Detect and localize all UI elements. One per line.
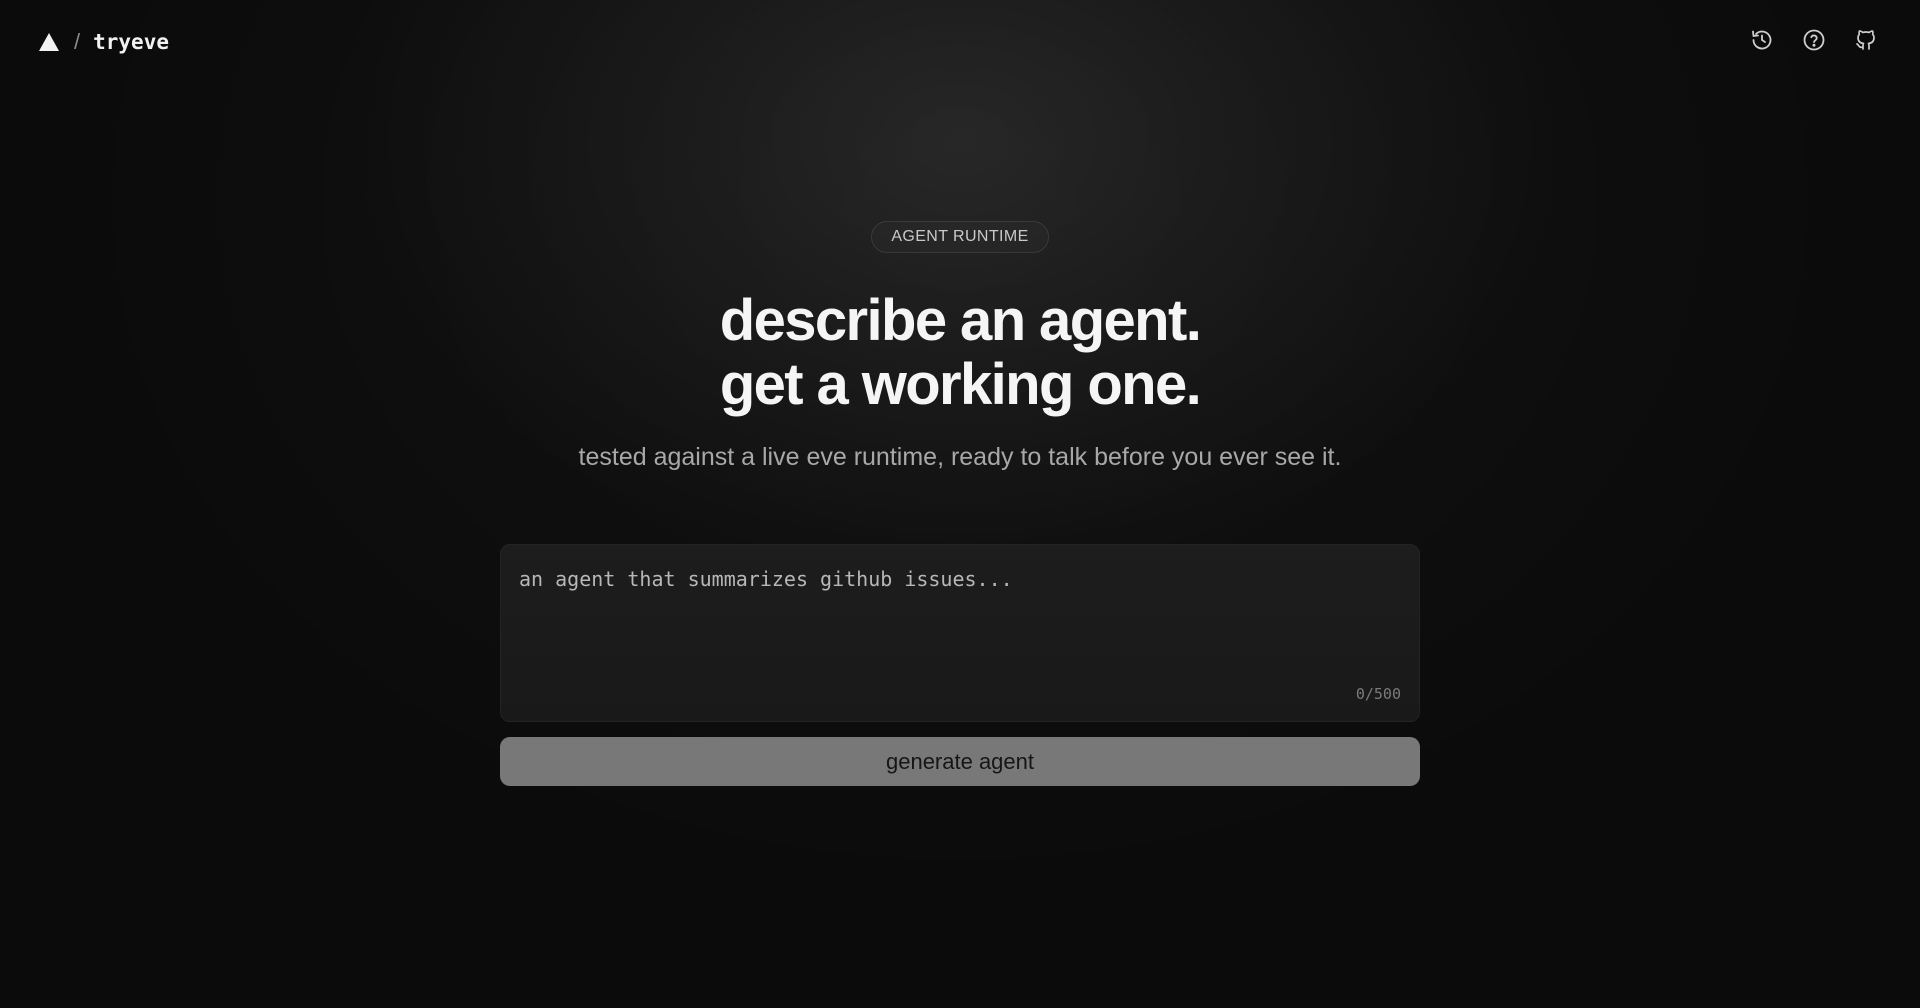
prompt-box: 0/500: [500, 544, 1420, 722]
triangle-logo-icon: [39, 33, 59, 51]
headline-line-1: describe an agent.: [719, 288, 1202, 353]
agent-description-input[interactable]: [501, 545, 1419, 721]
top-bar: / tryeve: [0, 0, 1920, 84]
headline-line-2: get a working one.: [719, 352, 1202, 417]
hero: AGENT RUNTIME describe an agent. get a w…: [0, 221, 1920, 472]
brand[interactable]: / tryeve: [38, 28, 169, 56]
page: / tryeve AGENT RUNTIME describe an agent…: [0, 0, 1920, 1008]
character-counter: 0/500: [1355, 685, 1401, 703]
generate-agent-button[interactable]: generate agent: [500, 737, 1420, 786]
github-button[interactable]: [1850, 24, 1882, 56]
breadcrumb-separator: /: [74, 29, 81, 54]
page-title: describe an agent. get a working one.: [0, 289, 1920, 417]
runtime-badge: AGENT RUNTIME: [871, 221, 1049, 253]
header-actions: [1746, 24, 1882, 56]
history-button[interactable]: [1746, 24, 1778, 56]
history-icon: [1752, 30, 1772, 50]
brand-name[interactable]: tryeve: [93, 30, 169, 54]
subtitle: tested against a live eve runtime, ready…: [578, 443, 1342, 471]
help-circle-icon: [1803, 29, 1825, 51]
github-icon: [1856, 30, 1875, 50]
help-button[interactable]: [1798, 24, 1830, 56]
